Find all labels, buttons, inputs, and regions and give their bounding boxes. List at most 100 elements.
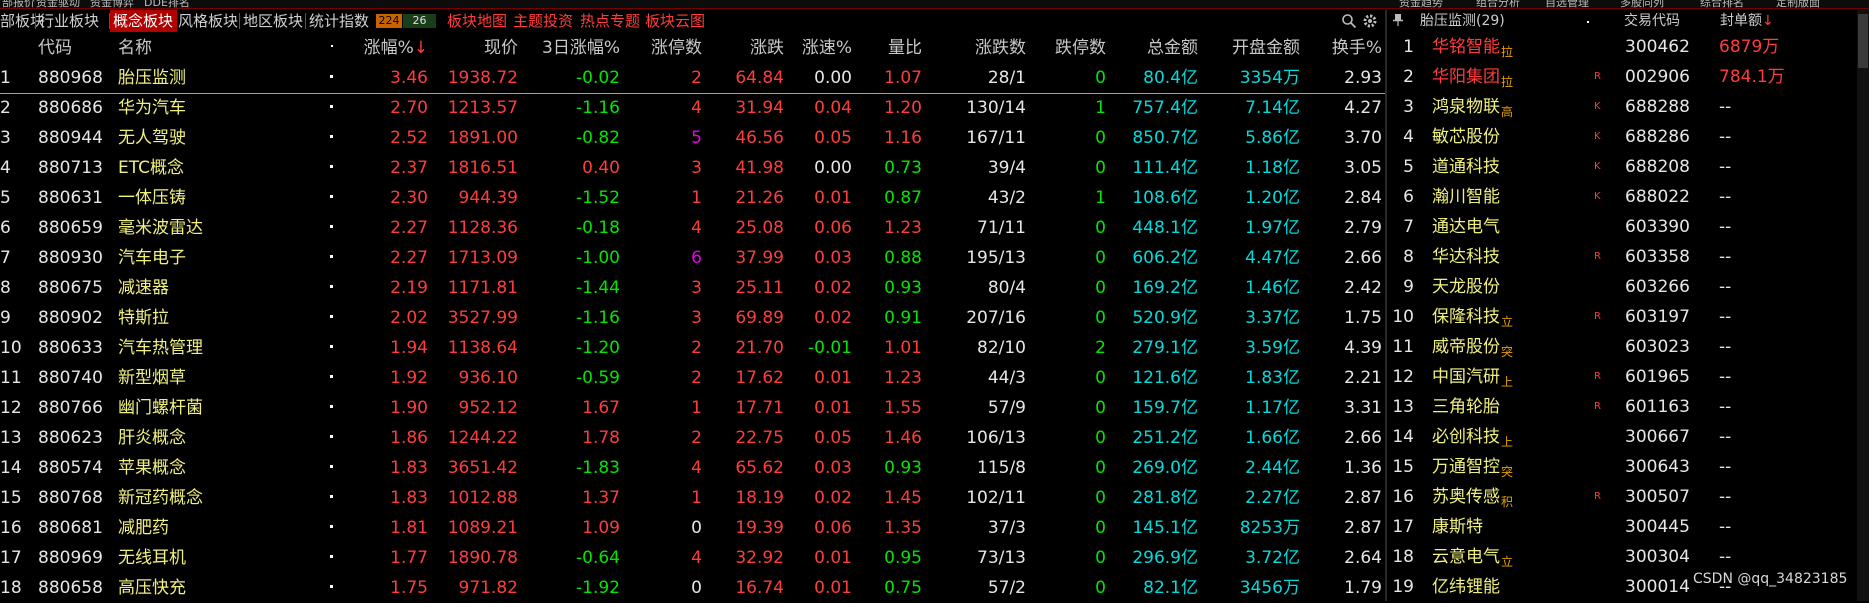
table-row[interactable]: 16 880681 减肥药 1.81 1089.21 1.09 0 19.39 0.06 1.35… (0, 513, 1385, 543)
table-row[interactable]: 13 880623 肝炎概念 1.86 1244.22 1.78 2 22.75 0.05 1.4… (0, 423, 1385, 453)
volume-ratio: 1.23 (884, 368, 922, 388)
gear-icon[interactable] (1362, 13, 1378, 29)
top-menu-item[interactable]: 资金趋势 (1399, 0, 1443, 8)
list-item[interactable]: 6 瀚川智能 K 688022 -- (1388, 182, 1856, 212)
list-item[interactable]: 3 鸿泉物联高 K 688288 -- (1388, 92, 1856, 122)
volume-ratio: 0.95 (884, 548, 922, 568)
stock-code: 300014 (1625, 577, 1690, 597)
total-amount: 448.1亿 (1132, 218, 1198, 238)
table-row[interactable]: 8 880675 减速器 2.19 1171.81 -1.44 3 25.11 0.02 0.93… (0, 273, 1385, 303)
list-item[interactable]: 7 通达电气 603390 -- (1388, 212, 1856, 242)
link-hot-topics[interactable]: 热点专题 (580, 10, 640, 32)
tab-stat-index[interactable]: 统计指数 (309, 10, 377, 32)
col-volratio[interactable]: 量比 (854, 33, 922, 63)
list-item[interactable]: 13 三角轮胎 R 601163 -- (1388, 392, 1856, 422)
col-limitup[interactable]: 涨停数 (622, 33, 702, 63)
list-item[interactable]: 14 必创科技上 300667 -- (1388, 422, 1856, 452)
row-index: 9 (0, 308, 11, 328)
side-scrollbar[interactable] (1857, 10, 1869, 601)
list-item[interactable]: 18 云意电气立 300304 -- (1388, 542, 1856, 572)
col-updown[interactable]: 涨跌数 (924, 33, 1026, 63)
col-pct3[interactable]: 3日涨幅% (520, 33, 620, 63)
top-menu-item[interactable]: 资金驱动 (36, 0, 80, 8)
price-change: 21.70 (735, 338, 784, 358)
up-down-count: 80/4 (987, 278, 1026, 298)
table-row[interactable]: 7 880930 汽车电子 2.27 1713.09 -1.00 6 37.99 0.03 0.8… (0, 243, 1385, 273)
tab-all-boards[interactable]: 部板块 (0, 10, 45, 32)
board-name: 肝炎概念 (118, 428, 186, 448)
list-item[interactable]: 16 苏奥传感积 R 300507 -- (1388, 482, 1856, 512)
scrollbar-thumb[interactable] (1858, 14, 1868, 68)
open-amount: 1.66亿 (1245, 428, 1300, 448)
list-item[interactable]: 15 万通智控突 300643 -- (1388, 452, 1856, 482)
table-row[interactable]: 11 880740 新型烟草 1.92 936.10 -0.59 2 17.62 0.01 1.2… (0, 363, 1385, 393)
table-row[interactable]: 3 880944 无人驾驶 2.52 1891.00 -0.82 5 46.56 0.05 1.1… (0, 123, 1385, 153)
board-tabs: 部板块 行业板块 概念板块 风格板块 地区板块 统计指数 224 26 板块地图… (0, 10, 1385, 32)
table-row[interactable]: 12 880766 幽门螺杆菌 1.90 952.12 1.67 1 17.71 0.01 1.5… (0, 393, 1385, 423)
list-item[interactable]: 10 保隆科技立 R 603197 -- (1388, 302, 1856, 332)
top-menu-item[interactable]: 综合排名 (1700, 0, 1744, 8)
search-icon[interactable] (1341, 13, 1357, 29)
row-index: 14 (0, 458, 22, 478)
stock-flag: R (1594, 371, 1601, 382)
open-amount: 3.37亿 (1245, 308, 1300, 328)
table-row[interactable]: 10 880633 汽车热管理 1.94 1138.64 -1.20 2 21.70 -0.01… (0, 333, 1385, 363)
link-board-map[interactable]: 板块地图 (447, 10, 507, 32)
col-code[interactable]: 代码 (38, 33, 72, 63)
col-name[interactable]: 名称 (118, 33, 152, 63)
top-menu-item[interactable]: 部报价 (2, 0, 35, 8)
tab-industry[interactable]: 行业板块 (39, 10, 107, 32)
col-pct[interactable]: 涨幅%↓ (340, 33, 428, 63)
list-item[interactable]: 2 华阳集团拉 R 002906 784.1万 (1388, 62, 1856, 92)
tab-region[interactable]: 地区板块 (243, 10, 311, 32)
link-board-cloud[interactable]: 板块云图 (645, 10, 705, 32)
col-chg[interactable]: 涨跌 (704, 33, 784, 63)
tab-concept[interactable]: 概念板块 (110, 10, 177, 32)
table-row[interactable]: 6 880659 毫米波雷达 2.27 1128.36 -0.18 4 25.08 0.06 1.… (0, 213, 1385, 243)
col-openamt[interactable]: 开盘金额 (1200, 33, 1300, 63)
price-change: 65.62 (735, 458, 784, 478)
col-speed[interactable]: 涨速% (786, 33, 852, 63)
top-menu-item[interactable]: DDE排名 (144, 0, 190, 8)
list-item[interactable]: 1 华铭智能拉 300462 6879万 (1388, 32, 1856, 62)
link-theme-invest[interactable]: 主题投资 (513, 10, 573, 32)
panel-divider[interactable] (1385, 10, 1387, 601)
list-item[interactable]: 11 威帝股份突 603023 -- (1388, 332, 1856, 362)
top-menu-item[interactable]: 资金博弈 (90, 0, 134, 8)
list-item[interactable]: 5 道通科技 K 688208 -- (1388, 152, 1856, 182)
side-col-amount[interactable]: 封单额↓ (1720, 10, 1774, 32)
pct-change: 2.37 (390, 158, 428, 178)
table-row[interactable]: 5 880631 一体压铸 2.30 944.39 -1.52 1 21.26 0.01 0.87… (0, 183, 1385, 213)
stock-tag: 积 (1501, 495, 1514, 509)
col-turnover[interactable]: 换手% (1302, 33, 1382, 63)
list-item[interactable]: 12 中国汽研上 R 601965 -- (1388, 362, 1856, 392)
table-row[interactable]: 17 880969 无线耳机 1.77 1890.78 -0.64 4 32.92 0.01 0.… (0, 543, 1385, 573)
col-amount[interactable]: 总金额 (1108, 33, 1198, 63)
list-item[interactable]: 17 康斯特 300445 -- (1388, 512, 1856, 542)
table-row[interactable]: 1 880968 胎压监测 3.46 1938.72 -0.02 2 64.84 0.00 1.0… (0, 63, 1385, 94)
limit-up-count: 6 (691, 248, 702, 268)
list-item[interactable]: 4 敏芯股份 K 688286 -- (1388, 122, 1856, 152)
table-row[interactable]: 15 880768 新冠药概念 1.83 1012.88 1.37 1 18.19 0.02 1.… (0, 483, 1385, 513)
table-row[interactable]: 14 880574 苹果概念 1.83 3651.42 -1.83 4 65.62 0.03 0.… (0, 453, 1385, 483)
board-name: ETC概念 (118, 158, 184, 178)
stock-name-text: 华铭智能 (1432, 37, 1500, 57)
side-col-code[interactable]: 交易代码 (1624, 10, 1680, 32)
tab-style[interactable]: 风格板块 (178, 10, 246, 32)
list-item[interactable]: 8 华达科技 R 603358 -- (1388, 242, 1856, 272)
top-menu-item[interactable]: 多股同列 (1620, 0, 1664, 8)
list-item[interactable]: 9 天龙股份 603266 -- (1388, 272, 1856, 302)
col-price[interactable]: 现价 (430, 33, 518, 63)
seal-amount: -- (1719, 547, 1732, 567)
speed-pct: 0.01 (814, 548, 852, 568)
table-row[interactable]: 9 880902 特斯拉 2.02 3527.99 -1.16 3 69.89 0.02 0.91… (0, 303, 1385, 333)
pct-change: 2.19 (390, 278, 428, 298)
col-limitdown[interactable]: 跌停数 (1028, 33, 1106, 63)
top-menu-item[interactable]: 自选管理 (1545, 0, 1589, 8)
top-menu-item[interactable]: 组合分析 (1476, 0, 1520, 8)
table-row[interactable]: 4 880713 ETC概念 2.37 1816.51 0.40 3 41.98 0.00 0.7… (0, 153, 1385, 183)
table-row[interactable]: 18 880658 高压快充 1.75 971.82 -1.92 0 16.74 0.01 0.7… (0, 573, 1385, 603)
pin-icon[interactable] (1392, 13, 1404, 27)
top-menu-item[interactable]: 定制版面 (1776, 0, 1820, 8)
table-row[interactable]: 2 880686 华为汽车 2.70 1213.57 -1.16 4 31.94 0.04 1.2… (0, 93, 1385, 123)
